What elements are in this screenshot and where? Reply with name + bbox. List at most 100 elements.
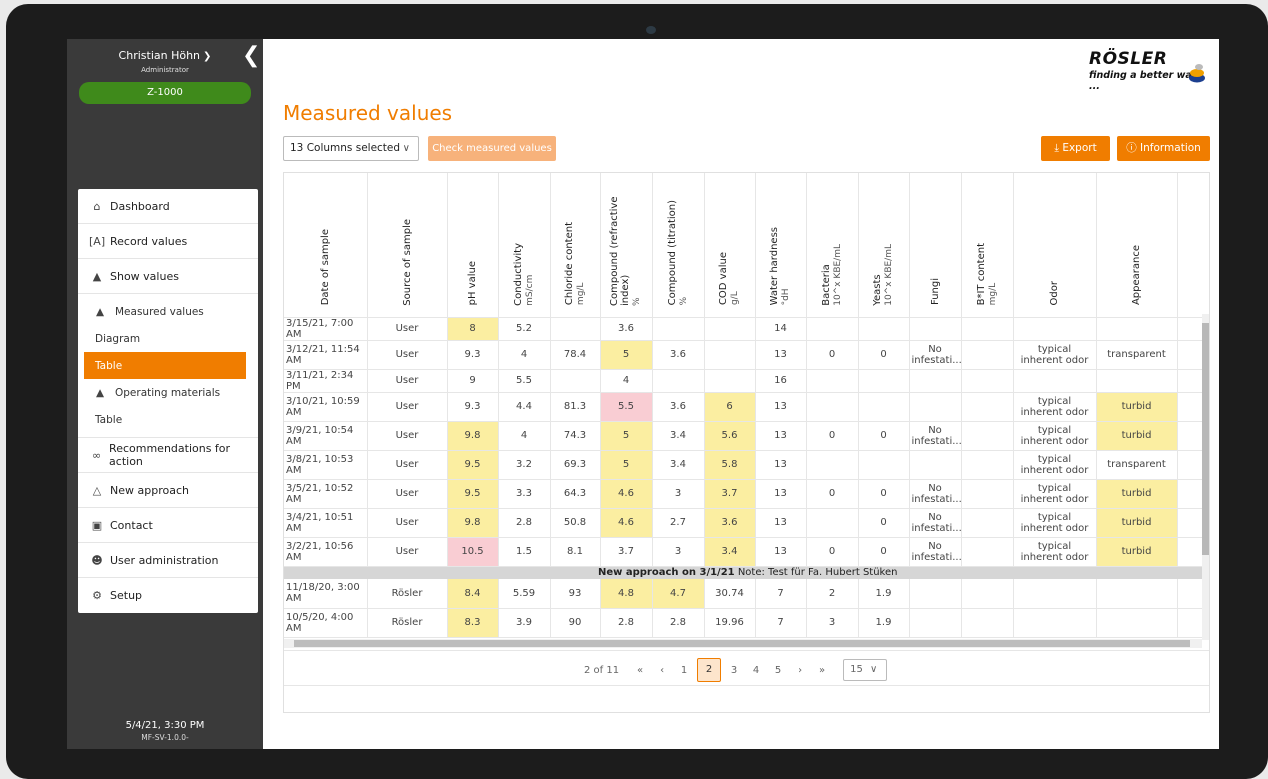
table-cell: No infestati... [909,340,962,370]
table-cell: typical inherent odor [1013,340,1097,370]
table-cell [652,317,705,341]
nav-operating-materials[interactable]: ▲ Operating materials [78,379,258,406]
table-row[interactable]: 3/8/21, 10:53 AM User 9.5 3.2 69.3 5 3.4 5.8 13 t… [284,450,1209,480]
table-cell: 19.96 [704,608,756,638]
page-size-select[interactable]: 15 ∨ [843,659,888,681]
table-cell: turbid [1096,479,1178,509]
table-row[interactable]: 3/12/21, 11:54 AM User 9.3 4 78.4 5 3.6 13 0 0 No … [284,340,1209,370]
nav-table-operating[interactable]: Table [78,406,258,433]
chevron-down-icon: ∨ [402,143,410,154]
info-icon: ⓘ [1126,142,1137,154]
nav-show-values[interactable]: ▲ Show values [78,259,258,294]
table-cell: 0 [858,340,910,370]
collapse-sidebar-icon[interactable]: ❮ [242,45,260,67]
nav-user-admin[interactable]: ☻ User administration [78,543,258,578]
table-cell [1013,608,1097,638]
nav-table-measured[interactable]: Table [84,352,246,379]
table-cell: 3/8/21, 10:53 AM [284,450,368,480]
first-page-button[interactable]: « [629,665,651,676]
table-row[interactable]: 3/15/21, 7:00 AM User 8 5.2 3.6 14 [284,317,1209,341]
page-button-5[interactable]: 5 [767,665,789,676]
tablet-frame: Christian Höhn ❯ Administrator ❮ Z-1000 ⌂… [6,4,1268,779]
nav-new-approach[interactable]: △ New approach [78,473,258,508]
table-row[interactable]: 3/4/21, 10:51 AM User 9.8 2.8 50.8 4.6 2.7 3.6 1… [284,508,1209,538]
horizontal-scroll-thumb[interactable] [294,640,1190,647]
table-row[interactable]: 3/5/21, 10:52 AM User 9.5 3.3 64.3 4.6 3 3.7 13 0… [284,479,1209,509]
column-header-unit: °dH [781,288,791,306]
page-button-1[interactable]: 1 [673,665,695,676]
table-cell [961,479,1014,509]
table-cell: 8 [447,317,499,341]
table-cell: 4.8 [600,579,653,609]
table-cell: 0 [858,479,910,509]
column-selector[interactable]: 13 Columns selected ∨ [283,136,419,161]
nav-table-operating-label: Table [95,413,123,426]
column-header-label: Odor [1049,281,1060,306]
table-cell: 13 [755,392,807,422]
machine-selector[interactable]: Z-1000 [79,82,251,104]
table-row[interactable]: 3/11/21, 2:34 PM User 9 5.5 4 16 [284,369,1209,393]
table-cell: 6 [704,392,756,422]
nav-diagram[interactable]: Diagram [78,325,258,352]
column-header[interactable]: pH value [447,173,499,318]
current-datetime: 5/4/21, 3:30 PM [125,720,205,731]
column-header[interactable]: Yeasts 10^x KBE/mL [858,173,910,318]
nav-recommendations[interactable]: ∞ Recommendations for action [78,438,258,473]
table-cell: 1.9 [858,608,910,638]
table-cell [961,392,1014,422]
column-header[interactable]: Chloride content mg/L [550,173,601,318]
table-cell [806,392,859,422]
column-header[interactable]: Water hardness °dH [755,173,807,318]
column-header-label: B*IT content [975,243,987,306]
table-cell [909,369,962,393]
vertical-scrollbar[interactable] [1202,314,1209,640]
nav-setup[interactable]: ⚙ Setup [78,578,258,613]
check-measured-values-button[interactable]: Check measured values [428,136,556,161]
table-cell [806,450,859,480]
table-row[interactable]: 3/10/21, 10:59 AM User 9.3 4.4 81.3 5.5 3.6 6 13… [284,392,1209,422]
table-cell: 0 [858,421,910,451]
table-cell: User [367,340,448,370]
page-button-4[interactable]: 4 [745,665,767,676]
pagination-controls: 2 of 11 « ‹ 1 2 3 4 5 › » 15 ∨ [584,658,888,682]
table-cell: 10/5/20, 4:00 AM [284,608,368,638]
users-gear-icon: ☻ [91,553,103,567]
information-button[interactable]: ⓘ Information [1117,136,1210,161]
column-header[interactable]: Compound (titration)% [652,173,705,318]
page-size-value: 15 [850,664,863,675]
page-button-2-current[interactable]: 2 [697,658,722,682]
beaker-icon: △ [92,483,102,497]
column-header[interactable]: Bacteria 10^x KBE/mL [806,173,859,318]
export-button[interactable]: ⤓ Export [1041,136,1110,161]
column-header[interactable]: COD value g/L [704,173,756,318]
nav-record-values[interactable]: [A] Record values [78,224,258,259]
nav-contact[interactable]: ▣ Contact [78,508,258,543]
next-page-button[interactable]: › [789,665,811,676]
information-label: Information [1140,142,1201,154]
column-header[interactable]: Appearance [1096,173,1178,318]
nav-measured-values[interactable]: ▲ Measured values [78,298,258,325]
table-cell: 1.9 [858,579,910,609]
table-row[interactable]: 11/18/20, 3:00 AM Rösler 8.4 5.59 93 4.8 4.7 30… [284,579,1209,609]
column-header[interactable]: Fungi [909,173,962,318]
column-header[interactable]: Odor [1013,173,1097,318]
column-header[interactable]: B*IT content mg/L [961,173,1014,318]
horizontal-scrollbar[interactable] [284,639,1202,648]
page-button-3[interactable]: 3 [723,665,745,676]
nav-dashboard[interactable]: ⌂ Dashboard [78,189,258,224]
table-cell: 30.74 [704,579,756,609]
column-header[interactable]: Compound (refractive index)% [600,173,653,318]
table-row[interactable]: 3/9/21, 10:54 AM User 9.8 4 74.3 5 3.4 5.6 13 0 0 N… [284,421,1209,451]
column-header[interactable]: Conductivity mS/cm [498,173,551,318]
column-header-unit: 10^x KBE/mL [884,243,894,306]
user-menu[interactable]: Christian Höhn ❯ [67,49,263,62]
logo-mark-icon [1189,64,1205,83]
table-cell: 2.8 [600,608,653,638]
prev-page-button[interactable]: ‹ [651,665,673,676]
column-header[interactable]: Source of sample [367,173,448,318]
column-header[interactable]: Date of sample [284,173,368,318]
last-page-button[interactable]: » [811,665,833,676]
table-row[interactable]: 3/2/21, 10:56 AM User 10.5 1.5 8.1 3.7 3 3.4 13 0… [284,537,1209,567]
vertical-scroll-thumb[interactable] [1202,323,1209,555]
table-row[interactable]: 10/5/20, 4:00 AM Rösler 8.3 3.9 90 2.8 2.8 19.9… [284,608,1209,638]
